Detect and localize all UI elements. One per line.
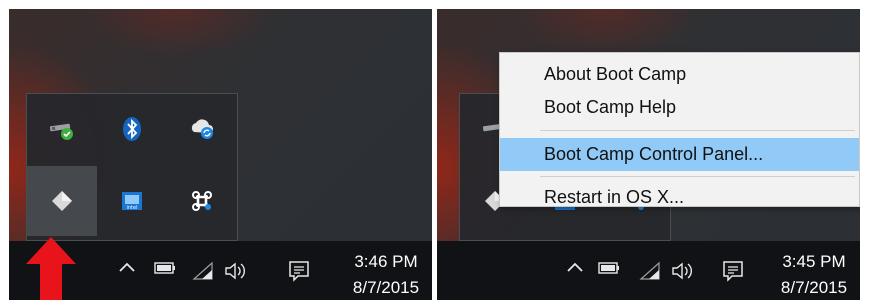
menu-item-control-panel[interactable]: Boot Camp Control Panel...: [500, 138, 859, 171]
menu-item-restart-in-os-x[interactable]: Restart in OS X...: [500, 181, 859, 214]
network-icon[interactable]: [27, 94, 97, 164]
menu-separator: [540, 130, 855, 131]
battery-icon[interactable]: [596, 261, 622, 275]
menu-separator: [540, 176, 855, 177]
battery-icon[interactable]: [152, 261, 178, 275]
intel-graphics-icon[interactable]: intel: [97, 166, 167, 236]
hidden-icons-flyout: intel: [26, 93, 238, 241]
menu-item-boot-camp-help[interactable]: Boot Camp Help: [500, 91, 859, 124]
wifi-icon[interactable]: [190, 261, 216, 281]
clock-time: 3:46 PM: [354, 252, 418, 271]
boot-camp-context-menu: About Boot Camp Boot Camp Help Boot Camp…: [499, 52, 860, 207]
cloud-sync-icon[interactable]: [167, 94, 237, 164]
clock-date: 8/7/2015: [352, 278, 420, 297]
boot-camp-icon[interactable]: [27, 166, 97, 236]
action-center-icon[interactable]: [286, 259, 312, 283]
chevron-up-icon[interactable]: [564, 261, 586, 273]
clock-date: 8/7/2015: [780, 278, 848, 297]
red-arrow-icon: [26, 237, 76, 300]
taskbar: 3:45 PM 8/7/2015: [437, 241, 860, 300]
action-center-icon[interactable]: [720, 259, 746, 283]
svg-text:intel: intel: [127, 205, 138, 211]
bluetooth-icon[interactable]: [97, 94, 167, 164]
chevron-up-icon[interactable]: [116, 261, 138, 273]
right-screenshot-panel: About Boot Camp Boot Camp Help Boot Camp…: [437, 9, 860, 300]
menu-item-about-boot-camp[interactable]: About Boot Camp: [500, 58, 859, 91]
clock-time: 3:45 PM: [782, 252, 846, 271]
wifi-icon[interactable]: [637, 261, 663, 281]
taskbar-clock[interactable]: 3:45 PM 8/7/2015: [768, 249, 860, 300]
volume-icon[interactable]: [222, 261, 248, 281]
taskbar-clock[interactable]: 3:46 PM 8/7/2015: [340, 249, 432, 300]
volume-icon[interactable]: [669, 261, 695, 281]
command-key-icon[interactable]: [167, 166, 237, 236]
